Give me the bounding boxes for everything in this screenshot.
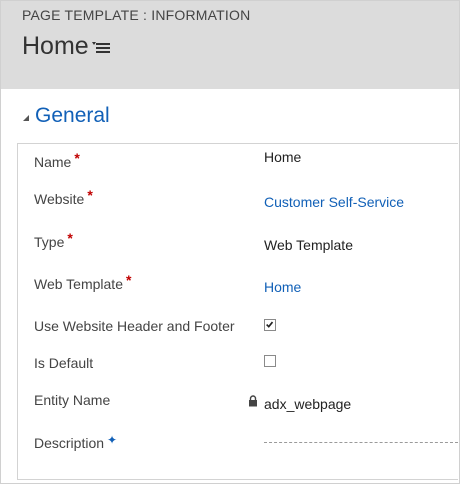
recommended-marker: ✦ <box>107 433 118 447</box>
name-field[interactable]: Home <box>264 149 301 165</box>
checkmark-icon <box>266 321 274 328</box>
required-marker: * <box>74 150 80 166</box>
collapse-triangle-icon[interactable] <box>22 114 30 122</box>
required-marker: * <box>67 230 73 246</box>
name-label: Name * <box>34 150 80 170</box>
lock-icon <box>249 395 257 407</box>
required-marker: * <box>125 272 132 288</box>
section-title-general[interactable]: General <box>35 104 110 128</box>
website-label: Website * <box>34 187 93 207</box>
website-link[interactable]: Customer Self-Service <box>264 194 404 210</box>
entity-name-label: Entity Name <box>34 392 111 408</box>
description-input[interactable] <box>264 442 458 443</box>
use-header-footer-label: Use Website Header and Footer <box>34 318 235 334</box>
web-template-label: Web Template * <box>34 272 132 292</box>
use-header-footer-checkbox[interactable] <box>264 319 276 331</box>
type-field[interactable]: Web Template <box>264 237 353 253</box>
page-title: Home <box>22 32 89 60</box>
web-template-link[interactable]: Home <box>264 279 301 295</box>
menu-list-icon[interactable] <box>92 41 110 55</box>
is-default-label: Is Default <box>34 355 94 371</box>
is-default-checkbox[interactable] <box>264 355 276 367</box>
entity-form-label: PAGE TEMPLATE : INFORMATION <box>22 7 251 23</box>
entity-name-field: adx_webpage <box>264 396 352 412</box>
type-label: Type * <box>34 230 73 250</box>
description-label: Description ✦ <box>34 433 118 451</box>
required-marker: * <box>87 187 93 203</box>
